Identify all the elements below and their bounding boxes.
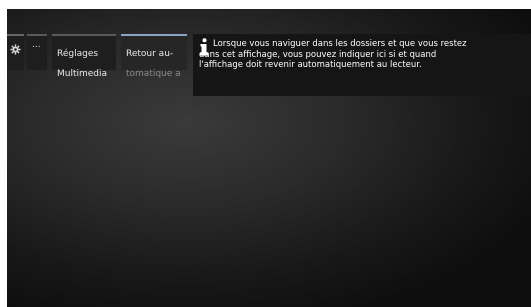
info-panel: Lorsque vous naviguer dans les dossiers … [193, 34, 531, 96]
multimedia-settings-crumb[interactable]: Réglages Multimedia [52, 34, 116, 79]
gear-icon [10, 44, 21, 55]
settings-crumb[interactable] [7, 34, 24, 70]
auto-return-crumb[interactable]: Retour au- tomatique a [121, 34, 187, 79]
auto-return-line2: tomatique a [126, 69, 181, 79]
more-label: ... [32, 40, 41, 50]
multimedia-settings-label: Réglages Multimedia [57, 39, 107, 79]
multimedia-line2: Multimedia [57, 69, 108, 79]
multimedia-line1: Réglages [57, 49, 99, 59]
auto-return-label: Retour au- tomatique a [126, 39, 181, 79]
more-crumb[interactable]: ... [27, 34, 47, 70]
auto-return-line1: Retour au- [126, 49, 174, 59]
tv-screen: ... Réglages Multimedia Retour au- tomat… [7, 9, 531, 307]
info-text: Lorsque vous naviguer dans les dossiers … [199, 39, 467, 70]
